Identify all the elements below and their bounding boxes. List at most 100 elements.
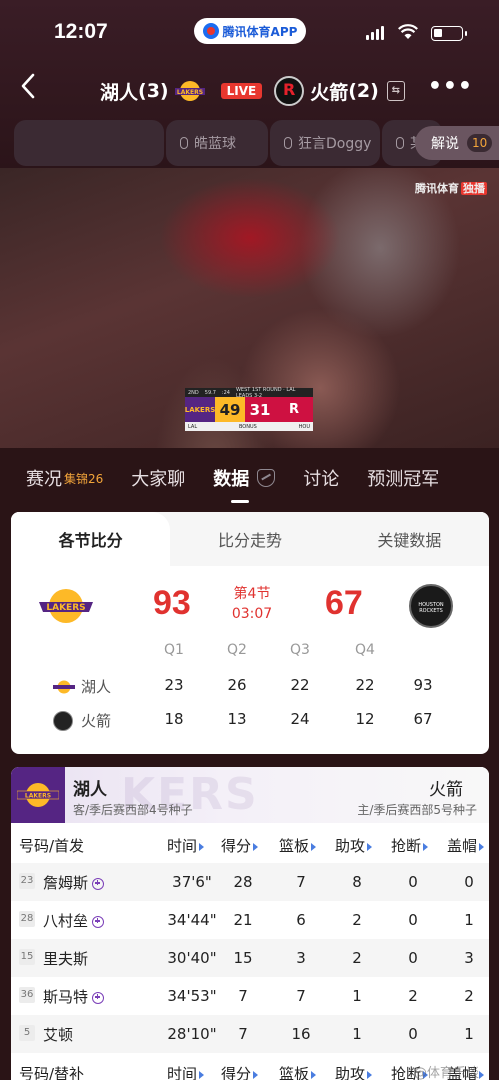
col-assists[interactable]: 助攻 <box>335 1063 373 1080</box>
player-row[interactable]: 36 斯马特 34'53" 7 7 1 2 2 <box>11 977 489 1015</box>
player-stat-pts: 7 <box>238 987 248 1005</box>
player-name[interactable]: 詹姆斯 <box>43 872 105 893</box>
sort-arrow-icon <box>311 842 317 851</box>
status-time: 12:07 <box>54 20 108 43</box>
away-big-score: 67 <box>325 584 363 622</box>
col-steals[interactable]: 抢断 <box>391 835 429 856</box>
signal-icon <box>366 26 384 40</box>
quarter-header: Q4 <box>355 642 375 658</box>
col-label: 抢断 <box>391 837 422 855</box>
video-watermark-tag: 独播 <box>461 182 487 195</box>
quarter-row-away: 火箭 18 13 24 12 67 <box>11 710 489 734</box>
top-header: 12:07 腾讯体育APP 湖人 (3) LAKERS LIVE 火箭 (2) … <box>0 0 499 168</box>
player-row[interactable]: 5 艾顿 28'10" 7 16 1 0 1 <box>11 1015 489 1053</box>
svg-text:LAKERS: LAKERS <box>46 603 85 613</box>
back-chevron-icon[interactable] <box>20 72 36 107</box>
player-stat-blk: 2 <box>464 987 474 1005</box>
svg-text:LAKERS: LAKERS <box>25 793 51 800</box>
tab-predict-champion[interactable]: 预测冠军 <box>367 465 439 491</box>
col-assists[interactable]: 助攻 <box>335 835 373 856</box>
score-bug-header: 2ND 59.7 :24 WEST 1ST ROUND · LAL LEADS … <box>185 387 313 399</box>
player-number: 28 <box>19 911 35 927</box>
col-rebounds[interactable]: 篮板 <box>279 1063 317 1080</box>
sort-arrow-icon <box>479 1070 485 1079</box>
commentary-channel-active[interactable] <box>14 120 164 166</box>
home-team-label: 湖人 <box>73 780 107 800</box>
quarter-row-team: 湖人 <box>81 678 112 696</box>
tab-quarter-scores[interactable]: 各节比分 <box>11 512 171 566</box>
quarter-header: Q1 <box>164 642 184 658</box>
player-name[interactable]: 八村垒 <box>43 910 105 931</box>
main-tabs: 赛况 集锦26 大家聊 数据 讨论 预测冠军 <box>0 448 499 508</box>
mic-icon <box>396 137 404 149</box>
player-row[interactable]: 23 詹姆斯 37'6" 28 7 8 0 0 <box>11 863 489 901</box>
player-name-text: 斯马特 <box>43 988 89 1006</box>
player-stat-ast: 2 <box>352 911 362 929</box>
sort-arrow-icon <box>253 842 259 851</box>
col-label: 得分 <box>221 1065 252 1080</box>
bug-home-score: 49 <box>215 397 245 422</box>
home-team-tab[interactable]: LAKERS <box>11 767 65 823</box>
bug-footer-mid: BONUS <box>238 423 257 430</box>
home-big-score: 93 <box>153 584 191 622</box>
tab-discussion[interactable]: 讨论 <box>303 465 339 491</box>
commentary-channel-1[interactable]: 皓蓝球 <box>166 120 268 166</box>
quarter-score: 26 <box>227 676 247 694</box>
col-minutes[interactable]: 时间 <box>167 835 205 856</box>
col-minutes[interactable]: 时间 <box>167 1063 205 1080</box>
tab-label: 大家聊 <box>131 469 186 490</box>
lakers-logo-icon <box>53 680 75 694</box>
video-watermark: 腾讯体育 独播 <box>415 180 487 196</box>
plus-circle-icon <box>92 877 105 890</box>
commentary-channel-2[interactable]: 狂言Doggy <box>270 120 380 166</box>
col-rebounds[interactable]: 篮板 <box>279 835 317 856</box>
player-stat-pts: 21 <box>233 911 253 929</box>
sort-arrow-icon <box>367 842 373 851</box>
tab-live-status[interactable]: 赛况 集锦26 <box>26 465 103 491</box>
lakers-logo-icon: LAKERS <box>174 81 205 101</box>
quarter-total: 93 <box>413 676 433 694</box>
quarter-score: 13 <box>227 710 247 728</box>
more-options-icon[interactable]: ••• <box>428 74 473 99</box>
tab-chat[interactable]: 大家聊 <box>131 465 185 491</box>
player-stat-min: 30'40" <box>167 949 217 967</box>
player-stat-min: 37'6" <box>172 873 212 891</box>
player-stat-blk: 1 <box>464 911 474 929</box>
player-number: 15 <box>19 949 35 965</box>
plus-circle-icon <box>92 915 105 928</box>
tab-data[interactable]: 数据 <box>213 465 276 503</box>
bug-clock: 59.7 <box>204 389 216 396</box>
away-team-tab[interactable]: 火箭 <box>429 775 463 800</box>
quarter-total: 67 <box>413 710 433 728</box>
col-starters: 号码/首发 <box>19 837 85 855</box>
player-stats-card: LAKERS KERS 湖人 客/季后赛西部4号种子 火箭 主/季后赛西部5号种… <box>11 767 489 1080</box>
sort-arrow-icon <box>367 1070 373 1079</box>
player-stat-reb: 7 <box>296 873 306 891</box>
commentary-button[interactable]: 解说 10 <box>415 126 499 160</box>
player-name[interactable]: 艾顿 <box>43 1024 73 1045</box>
live-video-player[interactable]: 腾讯体育 独播 2ND 59.7 :24 WEST 1ST ROUND · LAL… <box>0 168 499 448</box>
col-points[interactable]: 得分 <box>221 835 259 856</box>
player-stat-pts: 7 <box>238 1025 248 1043</box>
col-label: 得分 <box>221 837 252 855</box>
tab-score-trend[interactable]: 比分走势 <box>170 512 329 566</box>
col-points[interactable]: 得分 <box>221 1063 259 1080</box>
tab-key-stats[interactable]: 关键数据 <box>330 512 489 566</box>
switch-view-icon[interactable]: ⇆ <box>386 81 405 101</box>
player-stat-stl: 0 <box>408 1025 418 1043</box>
bug-footer-left: LAL <box>188 423 198 430</box>
away-series-count: (2) <box>348 80 379 102</box>
player-stat-min: 28'10" <box>167 1025 217 1043</box>
app-pill[interactable]: 腾讯体育APP <box>194 18 306 44</box>
player-number: 23 <box>19 873 35 889</box>
col-blocks[interactable]: 盖帽 <box>447 835 485 856</box>
commentary-button-label: 解说 <box>431 136 459 152</box>
player-row[interactable]: 15 里夫斯 30'40" 15 3 2 0 3 <box>11 939 489 977</box>
video-watermark-text: 腾讯体育 <box>415 182 459 195</box>
bug-shot-clock: :24 <box>221 389 230 396</box>
player-stat-pts: 15 <box>233 949 253 967</box>
player-name[interactable]: 里夫斯 <box>43 948 88 969</box>
player-name[interactable]: 斯马特 <box>43 986 105 1007</box>
player-row[interactable]: 28 八村垒 34'44" 21 6 2 0 1 <box>11 901 489 939</box>
quarter-score-card: 各节比分 比分走势 关键数据 LAKERS 93 第4节 03:07 67 Q1… <box>11 512 489 754</box>
